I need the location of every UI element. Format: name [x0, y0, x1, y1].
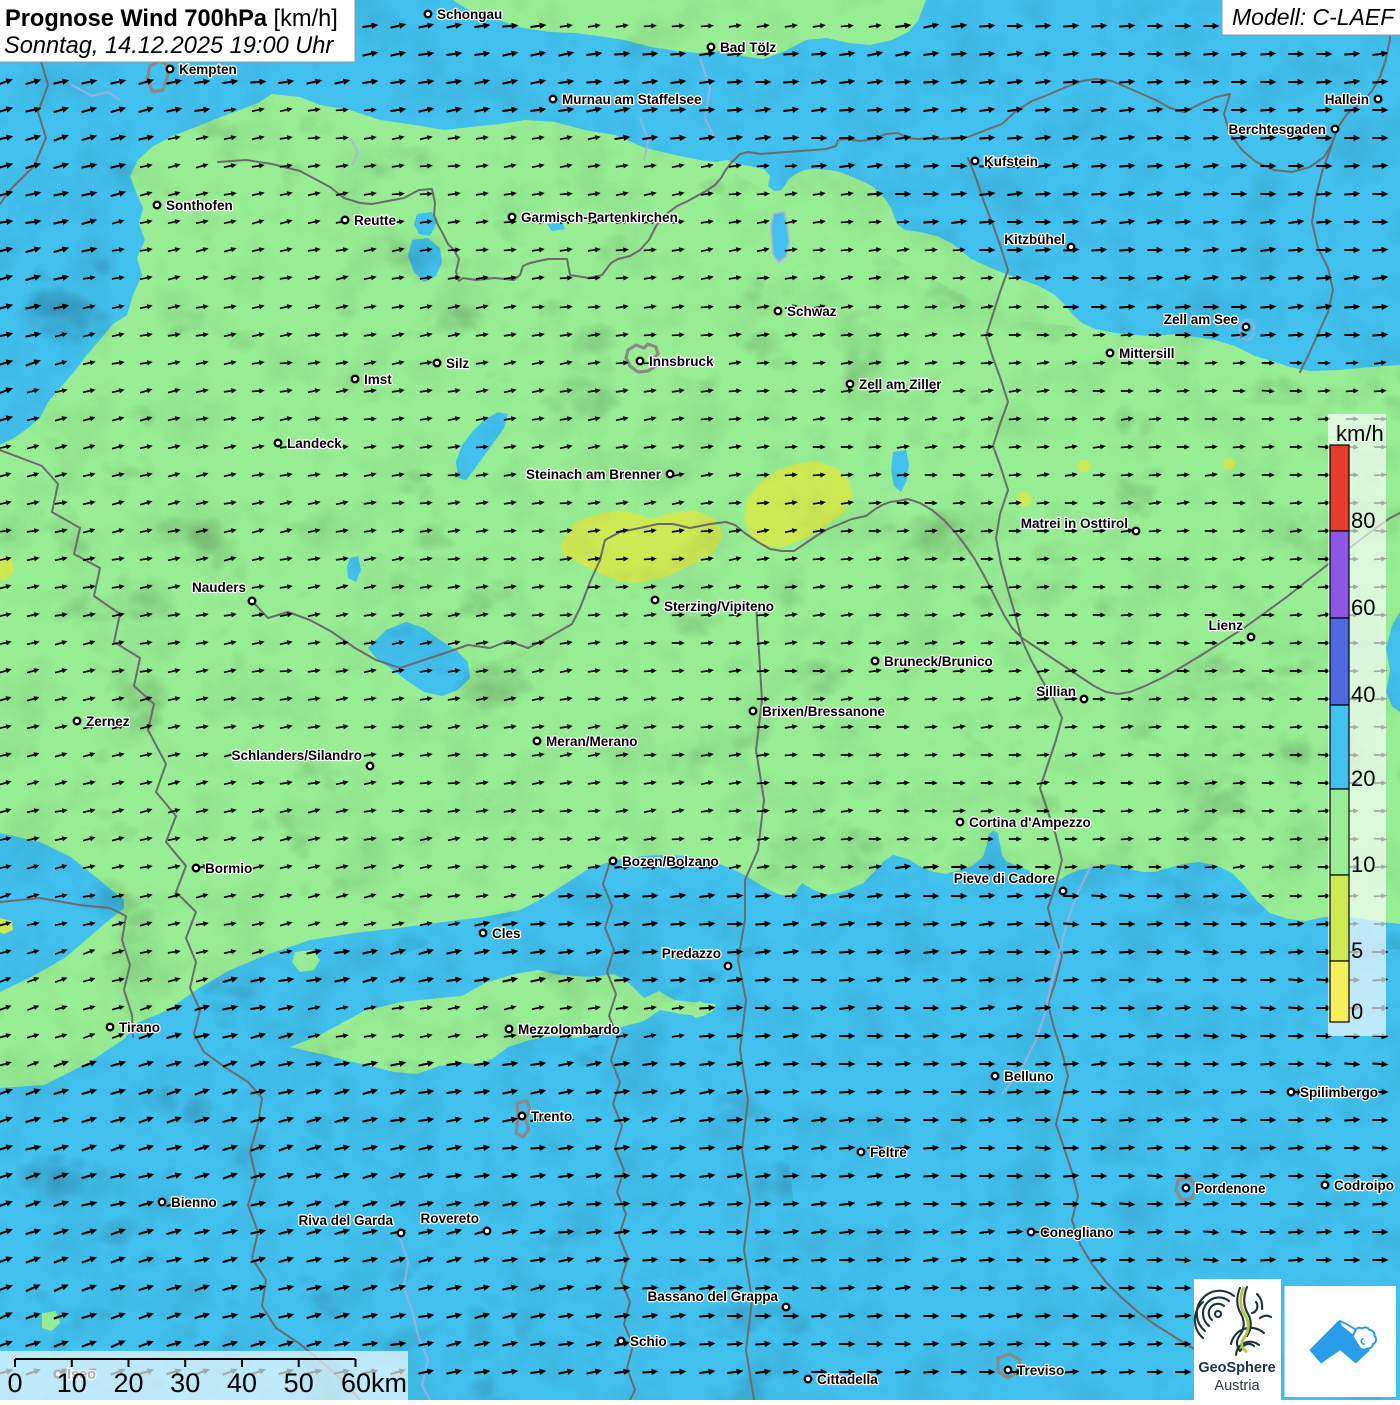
svg-text:Spilimbergo: Spilimbergo [1300, 1085, 1378, 1100]
svg-text:Austria: Austria [1214, 1378, 1260, 1394]
svg-text:Steinach am Brenner: Steinach am Brenner [526, 467, 662, 482]
svg-text:Silz: Silz [446, 356, 470, 371]
svg-text:0: 0 [1351, 999, 1363, 1024]
svg-text:Rovereto: Rovereto [420, 1211, 479, 1226]
svg-text:Nauders: Nauders [192, 580, 246, 595]
svg-text:Bienno: Bienno [171, 1195, 217, 1210]
svg-text:50: 50 [284, 1368, 314, 1398]
svg-text:Sillian: Sillian [1036, 684, 1076, 699]
svg-text:Schio: Schio [630, 1334, 667, 1349]
svg-text:Kempten: Kempten [179, 62, 237, 77]
svg-text:Zell am Ziller: Zell am Ziller [859, 377, 942, 392]
svg-text:Reutte: Reutte [354, 213, 396, 228]
svg-text:Schongau: Schongau [437, 7, 502, 22]
svg-text:30: 30 [170, 1368, 200, 1398]
svg-text:Pieve di Cadore: Pieve di Cadore [954, 871, 1056, 886]
svg-text:Berchtesgaden: Berchtesgaden [1228, 122, 1326, 137]
svg-text:40: 40 [227, 1368, 257, 1398]
svg-text:0: 0 [7, 1368, 22, 1398]
svg-text:Belluno: Belluno [1004, 1069, 1054, 1084]
svg-text:Landeck: Landeck [287, 436, 342, 451]
svg-text:60km: 60km [341, 1368, 407, 1398]
svg-text:Zell am See: Zell am See [1164, 312, 1239, 327]
svg-text:Imst: Imst [364, 372, 392, 387]
svg-text:Bruneck/Brunico: Bruneck/Brunico [884, 654, 993, 669]
svg-text:Bozen/Bolzano: Bozen/Bolzano [622, 854, 719, 869]
svg-text:80: 80 [1351, 508, 1375, 533]
svg-text:Bad Tölz: Bad Tölz [720, 40, 776, 55]
svg-text:Schwaz: Schwaz [787, 304, 837, 319]
svg-text:Trento: Trento [531, 1109, 572, 1124]
svg-text:Garmisch-Partenkirchen: Garmisch-Partenkirchen [521, 210, 678, 225]
svg-text:Murnau am Staffelsee: Murnau am Staffelsee [562, 92, 702, 107]
svg-text:Mezzolombardo: Mezzolombardo [518, 1022, 620, 1037]
svg-text:20: 20 [113, 1368, 143, 1398]
svg-text:10: 10 [1351, 852, 1375, 877]
svg-text:Codroipo: Codroipo [1334, 1178, 1394, 1193]
svg-text:Zernez: Zernez [86, 714, 130, 729]
svg-text:Sonthofen: Sonthofen [166, 198, 233, 213]
svg-text:Cortina d'Ampezzo: Cortina d'Ampezzo [969, 815, 1091, 830]
svg-text:Matrei in Osttirol: Matrei in Osttirol [1021, 516, 1128, 531]
svg-text:Meran/Merano: Meran/Merano [546, 734, 638, 749]
svg-text:Bormio: Bormio [205, 861, 252, 876]
svg-text:Kitzbühel: Kitzbühel [1004, 232, 1065, 247]
svg-text:60: 60 [1351, 595, 1375, 620]
svg-text:Feltre: Feltre [870, 1145, 907, 1160]
svg-text:Tirano: Tirano [119, 1020, 160, 1035]
svg-text:GeoSphere: GeoSphere [1198, 1360, 1275, 1376]
svg-text:Bassano del Grappa: Bassano del Grappa [647, 1289, 778, 1304]
svg-text:Lienz: Lienz [1208, 618, 1243, 633]
svg-text:5: 5 [1351, 938, 1363, 963]
svg-text:10: 10 [57, 1368, 87, 1398]
svg-text:40: 40 [1351, 682, 1375, 707]
svg-text:Prognose Wind 700hPa [km/h]: Prognose Wind 700hPa [km/h] [5, 6, 338, 32]
svg-text:20: 20 [1351, 766, 1375, 791]
svg-text:Riva del Garda: Riva del Garda [298, 1213, 393, 1228]
svg-text:Mittersill: Mittersill [1119, 346, 1175, 361]
svg-text:Schlanders/Silandro: Schlanders/Silandro [231, 748, 362, 763]
svg-text:Predazzo: Predazzo [662, 946, 721, 961]
svg-text:Sterzing/Vipiteno: Sterzing/Vipiteno [664, 599, 774, 614]
svg-text:km/h: km/h [1336, 421, 1384, 446]
svg-text:Pordenone: Pordenone [1195, 1181, 1266, 1196]
svg-text:Conegliano: Conegliano [1040, 1225, 1114, 1240]
svg-text:Cittadella: Cittadella [817, 1372, 878, 1387]
svg-text:Cles: Cles [492, 926, 521, 941]
svg-text:Sonntag, 14.12.2025 19:00 Uhr: Sonntag, 14.12.2025 19:00 Uhr [4, 33, 334, 59]
svg-text:Hallein: Hallein [1325, 92, 1369, 107]
svg-text:Kufstein: Kufstein [984, 154, 1038, 169]
svg-text:Modell: C-LAEF: Modell: C-LAEF [1232, 4, 1396, 30]
svg-text:Treviso: Treviso [1017, 1363, 1064, 1378]
svg-text:Innsbruck: Innsbruck [649, 354, 714, 369]
svg-text:Brixen/Bressanone: Brixen/Bressanone [762, 704, 886, 719]
